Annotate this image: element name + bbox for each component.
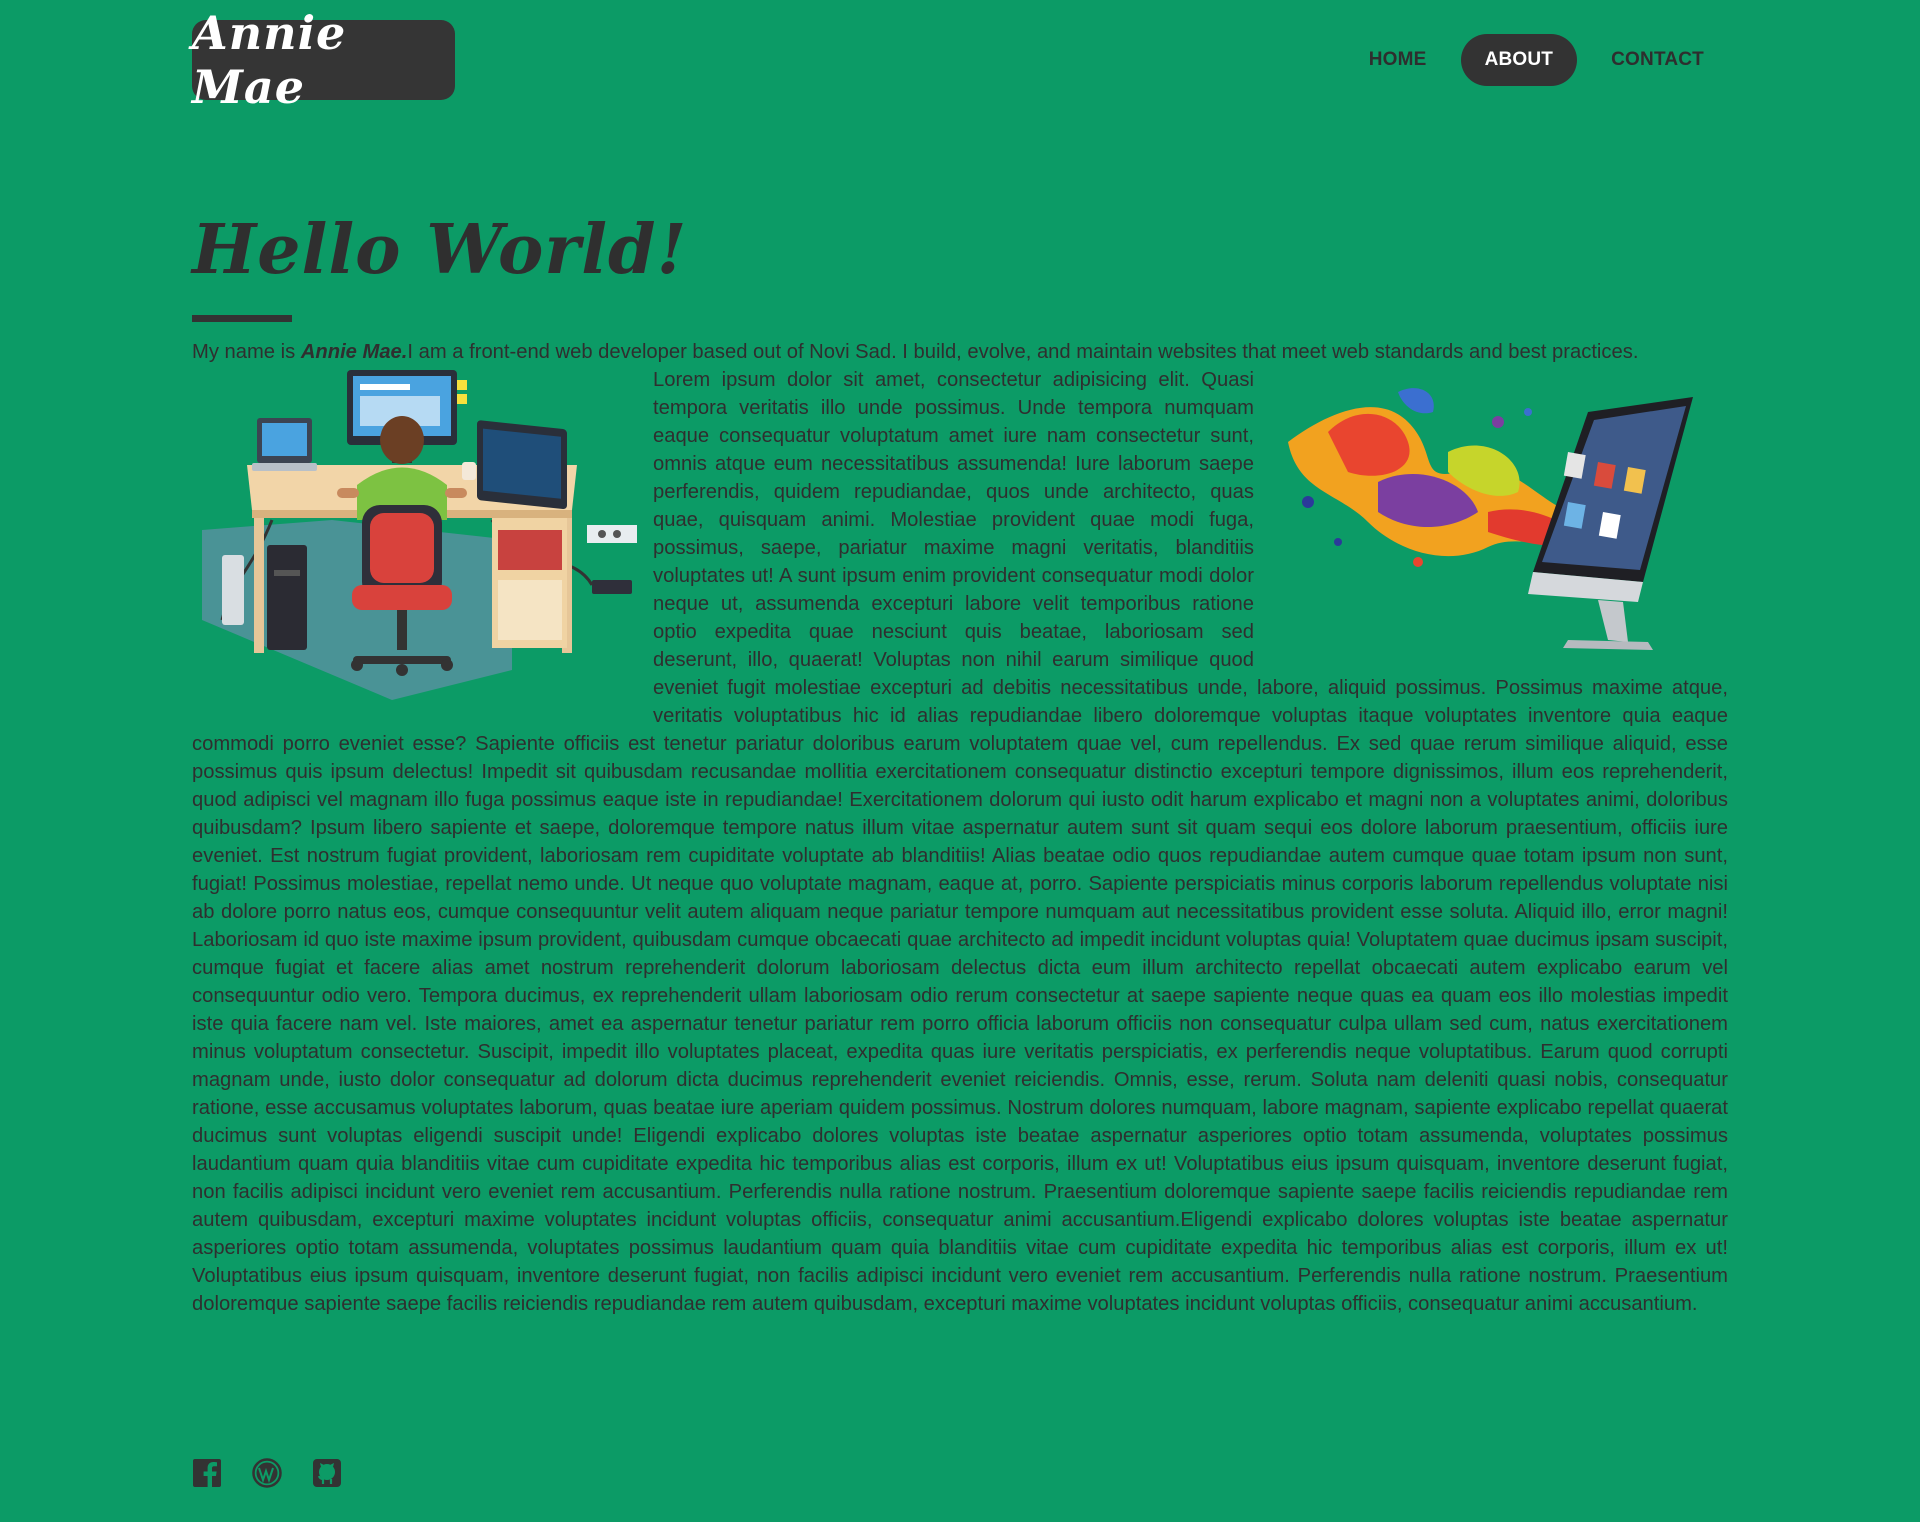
intro-after: I am a front-end web developer based out… — [407, 341, 1639, 363]
page: Annie Mae HOME ABOUT CONTACT Hello World… — [0, 0, 1920, 1522]
paint-splash-imac-illustration — [1288, 388, 1693, 650]
about-text: My name is Annie Mae.I am a front-end we… — [192, 338, 1728, 1318]
developer-desk-illustration — [202, 370, 637, 700]
title-underline — [192, 315, 292, 322]
about-section: Hello World! My name is Annie Mae.I am a… — [192, 205, 1728, 1318]
wordpress-link[interactable] — [252, 1458, 282, 1488]
facebook-icon — [193, 1459, 221, 1488]
wordpress-icon — [252, 1458, 282, 1488]
intro-paragraph: My name is Annie Mae.I am a front-end we… — [192, 338, 1728, 366]
nav-home[interactable]: HOME — [1345, 34, 1451, 86]
intro-before: My name is — [192, 341, 301, 363]
main-nav: HOME ABOUT CONTACT — [1345, 34, 1728, 86]
nav-contact[interactable]: CONTACT — [1587, 34, 1728, 86]
logo-text: Annie Mae — [192, 6, 347, 114]
page-title: Hello World! — [192, 210, 688, 290]
intro-name: Annie Mae. — [300, 341, 408, 363]
github-link[interactable] — [312, 1458, 342, 1488]
social-links — [192, 1458, 342, 1488]
logo-link[interactable]: Annie Mae — [192, 6, 455, 114]
github-icon — [313, 1459, 341, 1487]
nav-about[interactable]: ABOUT — [1460, 34, 1578, 86]
facebook-link[interactable] — [192, 1458, 222, 1488]
